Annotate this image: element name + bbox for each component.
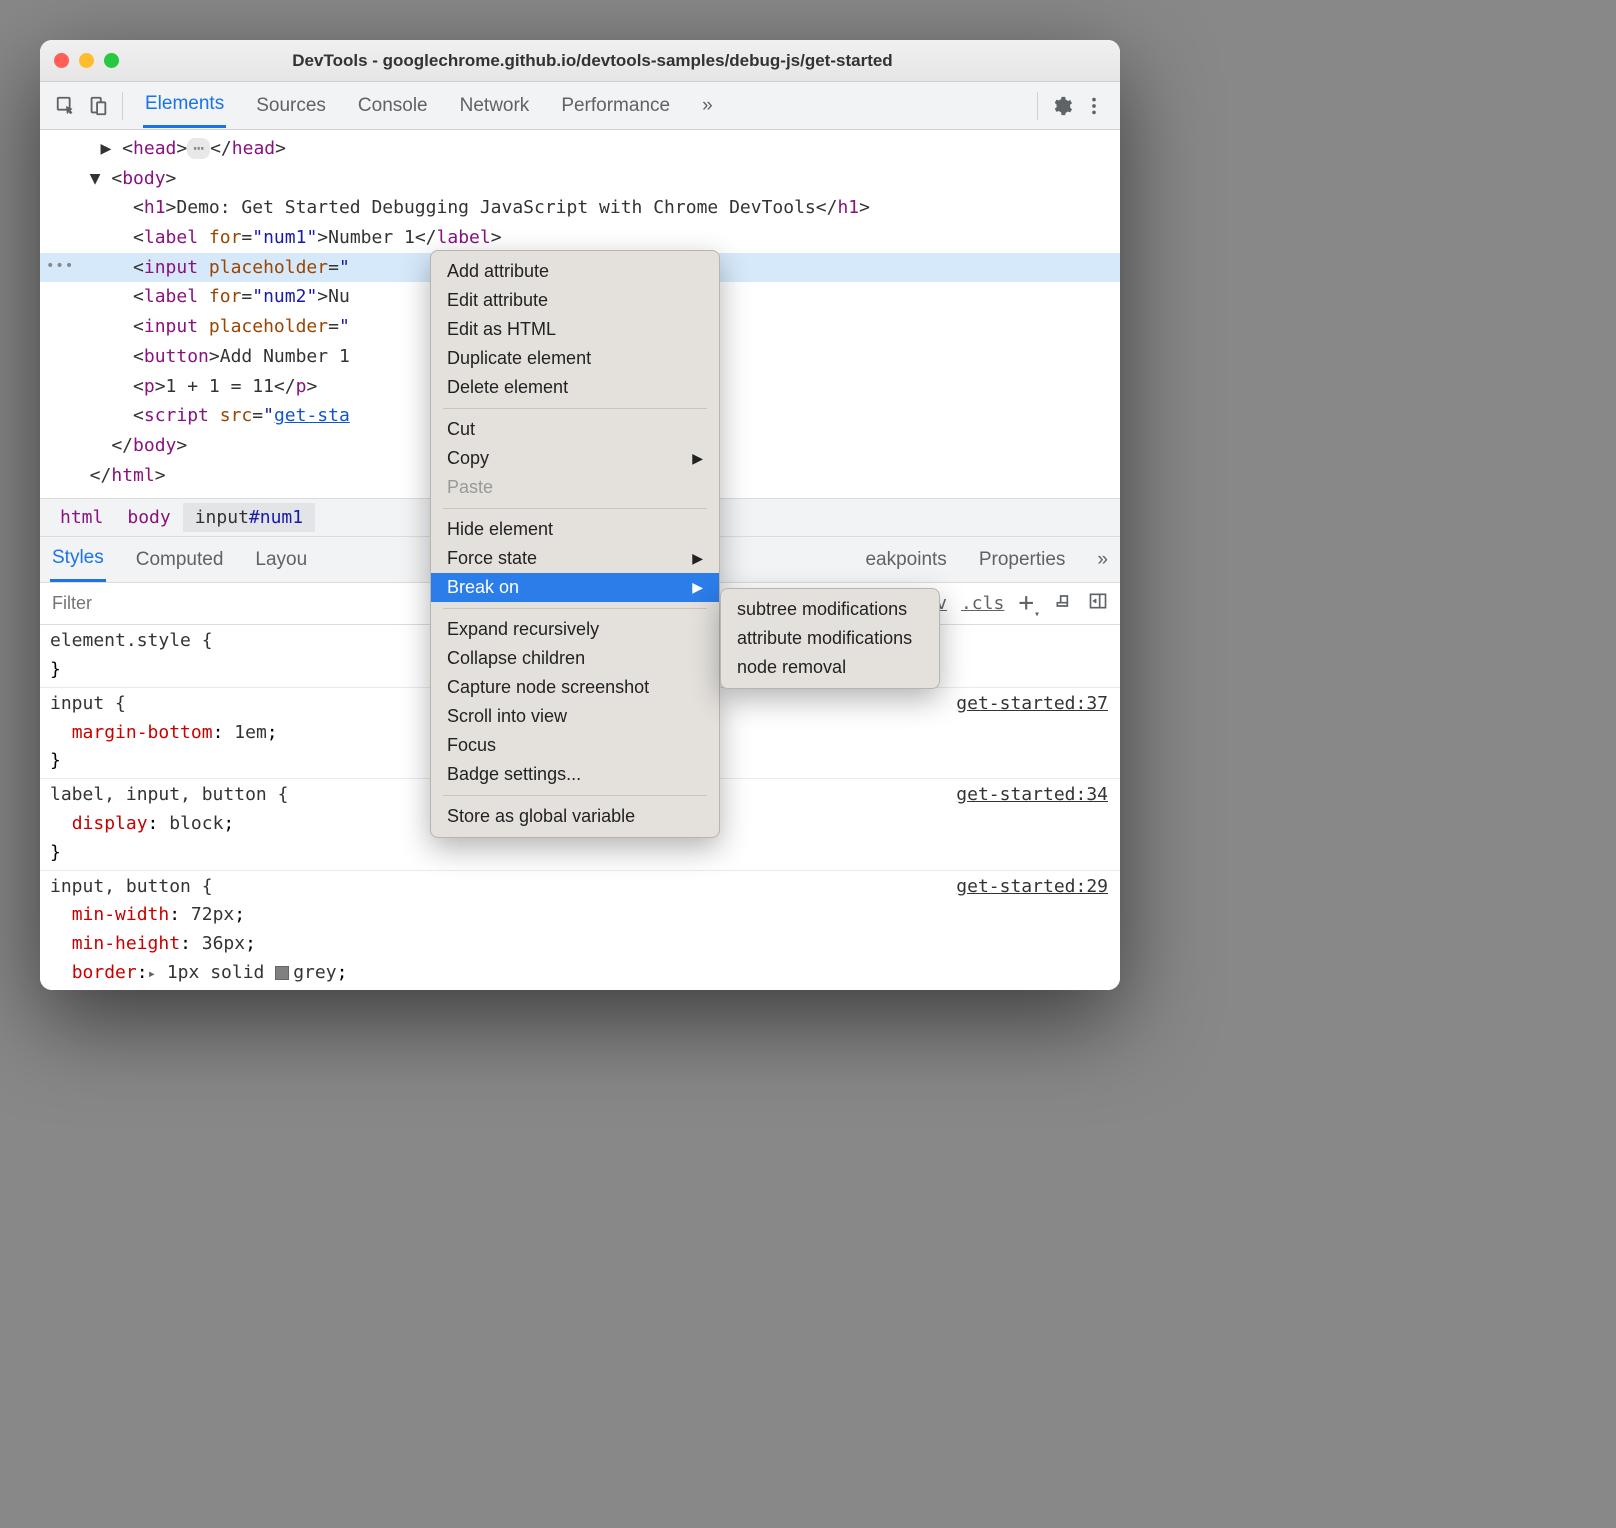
sidebar-toggle-icon[interactable] [1088, 591, 1108, 616]
label2-text: Nu [328, 286, 350, 307]
tab-computed[interactable]: Computed [134, 539, 226, 581]
add-rule-icon[interactable]: +▾ [1018, 588, 1040, 620]
tag-head: head [133, 138, 176, 159]
chevron-right-icon: ▶ [692, 550, 703, 567]
menu-paste: Paste [431, 473, 719, 502]
menu-delete[interactable]: Delete element [431, 373, 719, 402]
chevron-right-icon: ▶ [692, 450, 703, 467]
menu-hide[interactable]: Hide element [431, 515, 719, 544]
rule-input-button[interactable]: get-started:29 input, button { min-width… [40, 871, 1120, 990]
main-toolbar: Elements Sources Console Network Perform… [40, 82, 1120, 130]
crumb-html[interactable]: html [48, 503, 115, 532]
tag-body: body [122, 168, 165, 189]
tab-more-icon[interactable]: » [700, 85, 715, 127]
menu-focus[interactable]: Focus [431, 731, 719, 760]
color-swatch-icon[interactable] [275, 966, 289, 980]
window-title: DevTools - googlechrome.github.io/devtoo… [79, 51, 1106, 71]
menu-break-on[interactable]: Break on▶ [431, 573, 719, 602]
cls-toggle[interactable]: .cls [961, 593, 1004, 614]
menu-force-state[interactable]: Force state▶ [431, 544, 719, 573]
menu-add-attribute[interactable]: Add attribute [431, 257, 719, 286]
tab-network[interactable]: Network [458, 85, 532, 127]
crumb-body[interactable]: body [115, 503, 182, 532]
source-link[interactable]: get-started:34 [956, 781, 1108, 810]
menu-scroll[interactable]: Scroll into view [431, 702, 719, 731]
menu-edit-html[interactable]: Edit as HTML [431, 315, 719, 344]
menu-edit-attribute[interactable]: Edit attribute [431, 286, 719, 315]
device-toggle-icon[interactable] [82, 90, 114, 122]
devtools-window: DevTools - googlechrome.github.io/devtoo… [40, 40, 1120, 990]
tab-sources[interactable]: Sources [254, 85, 328, 127]
dom-label1[interactable]: <label for="num1">Number 1</label> [40, 223, 1120, 253]
break-on-submenu: subtree modifications attribute modifica… [720, 588, 940, 689]
dom-head[interactable]: ▶ <head>⋯</head> [40, 134, 1120, 164]
panel-tabs: Elements Sources Console Network Perform… [143, 83, 1029, 128]
separator [122, 92, 123, 120]
menu-capture[interactable]: Capture node screenshot [431, 673, 719, 702]
close-icon[interactable] [54, 53, 69, 68]
kebab-icon[interactable] [1078, 90, 1110, 122]
menu-store[interactable]: Store as global variable [431, 802, 719, 831]
tab-breakpoints[interactable]: eakpoints [863, 539, 948, 581]
p-text: 1 + 1 = 11 [166, 376, 274, 397]
tab-console[interactable]: Console [356, 85, 430, 127]
chevron-right-icon: ▶ [692, 579, 703, 596]
gear-icon[interactable] [1046, 90, 1078, 122]
separator [1037, 92, 1038, 120]
submenu-attribute[interactable]: attribute modifications [721, 624, 939, 653]
tab-performance[interactable]: Performance [559, 85, 672, 127]
source-link[interactable]: get-started:29 [956, 873, 1108, 902]
titlebar: DevTools - googlechrome.github.io/devtoo… [40, 40, 1120, 82]
ellipsis-icon[interactable]: ••• [46, 255, 74, 278]
script-src[interactable]: get-sta [274, 405, 350, 426]
dom-body-open[interactable]: ▼ <body> [40, 164, 1120, 194]
button-text: Add Number 1 [220, 346, 350, 367]
tab-properties[interactable]: Properties [977, 539, 1068, 581]
menu-cut[interactable]: Cut [431, 415, 719, 444]
menu-badge[interactable]: Badge settings... [431, 760, 719, 789]
tab-elements[interactable]: Elements [143, 83, 226, 128]
h1-text: Demo: Get Started Debugging JavaScript w… [176, 197, 815, 218]
submenu-node[interactable]: node removal [721, 653, 939, 682]
source-link[interactable]: get-started:37 [956, 690, 1108, 719]
brush-icon[interactable] [1054, 591, 1074, 616]
crumb-input[interactable]: input#num1 [183, 503, 315, 532]
tab-layout[interactable]: Layou [253, 539, 309, 581]
menu-expand[interactable]: Expand recursively [431, 615, 719, 644]
submenu-subtree[interactable]: subtree modifications [721, 595, 939, 624]
dom-h1[interactable]: <h1>Demo: Get Started Debugging JavaScri… [40, 193, 1120, 223]
context-menu: Add attribute Edit attribute Edit as HTM… [430, 250, 720, 838]
label1-text: Number 1 [328, 227, 415, 248]
menu-copy[interactable]: Copy▶ [431, 444, 719, 473]
menu-collapse[interactable]: Collapse children [431, 644, 719, 673]
inspect-icon[interactable] [50, 90, 82, 122]
tab-styles[interactable]: Styles [50, 537, 106, 582]
tab-more-icon[interactable]: » [1095, 539, 1110, 581]
menu-duplicate[interactable]: Duplicate element [431, 344, 719, 373]
